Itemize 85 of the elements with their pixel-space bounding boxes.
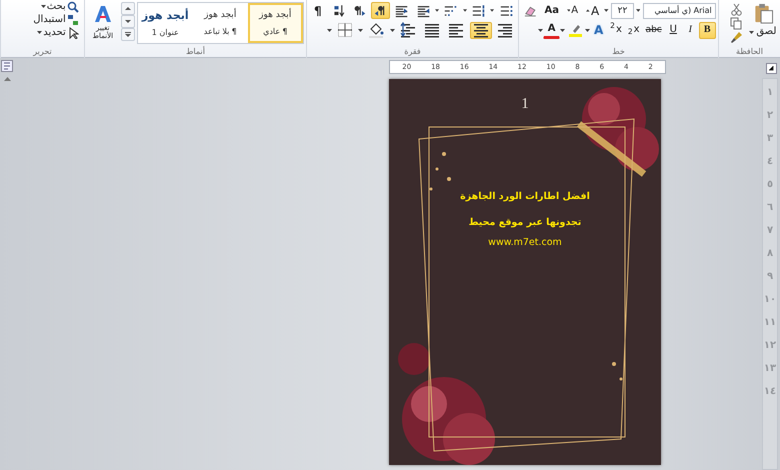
caret-icon <box>604 9 609 12</box>
caret-icon <box>538 28 544 32</box>
font-size-field[interactable]: ٢٢ <box>611 2 634 19</box>
expand-icon <box>124 31 132 38</box>
page-number: 1 <box>521 96 529 112</box>
caret-icon <box>566 9 570 12</box>
strikethrough-button[interactable]: abc <box>642 22 665 38</box>
group-label: أنماط <box>185 45 206 58</box>
bold-button[interactable]: B <box>698 22 716 38</box>
group-label: الحافظة <box>735 46 764 58</box>
script-button[interactable]: x$_{2}$ <box>624 22 643 38</box>
caret-icon <box>124 18 132 26</box>
ruler-number: ٤ <box>766 157 774 167</box>
underline-button[interactable]: U <box>664 22 682 38</box>
caret-icon <box>435 9 440 12</box>
ruler-number: ١٤ <box>764 387 776 397</box>
align-left-icon <box>448 22 464 38</box>
paint-bucket-icon <box>368 22 384 38</box>
numbering-icon <box>472 2 486 19</box>
show-marks-button[interactable]: ¶ <box>309 2 326 20</box>
ruler-number: ١٣ <box>764 364 776 374</box>
copy-icon <box>730 16 742 30</box>
line-spacing-icon <box>400 22 416 38</box>
style-option[interactable]: أبجد هوز ¶ عادي <box>248 3 303 44</box>
ruler-number: ٥ <box>766 180 774 190</box>
editing-command[interactable]: استبدال <box>3 13 82 26</box>
highlighter-icon <box>568 23 582 37</box>
ruler-number: ٨ <box>766 249 774 259</box>
ruler-number: ٣ <box>766 134 774 144</box>
caret-icon <box>462 9 467 12</box>
group-label: خط <box>611 46 626 58</box>
italic-button[interactable]: I <box>682 22 699 38</box>
caret-icon <box>749 30 754 34</box>
ruler-number: ٦ <box>766 203 774 213</box>
ruler-number: ٧ <box>766 226 774 236</box>
sort-icon <box>332 2 345 19</box>
up-caret-icon <box>4 76 10 81</box>
document-subtitle: تجدونها عبر موقع محيط <box>468 216 582 230</box>
caret-icon <box>636 9 640 12</box>
ruler-number: ١ <box>766 88 774 98</box>
caret-icon <box>326 28 332 32</box>
text-effects-button[interactable]: A <box>590 22 608 38</box>
align-center-button[interactable] <box>470 22 492 38</box>
more-button[interactable] <box>120 28 134 42</box>
ruler-number: ١٢ <box>764 341 776 351</box>
ruler-toggle-icon <box>766 62 776 74</box>
editing-command[interactable]: تحديد <box>3 26 82 39</box>
replace-icon <box>66 14 79 26</box>
change-case-button[interactable]: Aa <box>542 2 562 20</box>
caret-icon <box>390 28 394 32</box>
script-button[interactable]: x$^{2}$ <box>607 22 625 38</box>
group-label: فقرة <box>403 46 422 58</box>
grow-font-button[interactable]: A <box>583 2 602 20</box>
caret-icon <box>585 28 590 32</box>
ruler-number: ٢ <box>766 111 774 121</box>
caret-icon <box>358 28 363 32</box>
caret-icon <box>37 31 42 34</box>
ruler-toggle-icon <box>1 60 13 72</box>
align-right-icon <box>496 22 513 38</box>
ruler-number: ٩ <box>766 272 774 282</box>
group-label: تحرير <box>32 46 53 58</box>
document-title: افضل اطارات الورد الجاهزة <box>460 190 590 204</box>
ruler-number: ١٠ <box>764 295 776 305</box>
font-name-field[interactable]: Arial (ي أساسي <box>642 2 716 19</box>
scroll-down-button[interactable] <box>120 15 134 28</box>
borders-icon <box>336 22 353 38</box>
brush-icon <box>730 30 742 44</box>
magnifier-icon <box>66 0 79 12</box>
align-center-icon <box>472 22 488 38</box>
shrink-font-button[interactable]: A <box>564 2 582 20</box>
scroll-up-button[interactable] <box>120 2 134 16</box>
caret-icon <box>560 28 566 32</box>
up-caret-icon <box>586 9 590 12</box>
cursor-icon <box>66 26 79 38</box>
paste-button[interactable]: لصق <box>748 2 778 40</box>
justify-icon <box>424 22 440 38</box>
font-color-button[interactable]: A <box>543 22 560 38</box>
caret-icon <box>40 5 46 8</box>
up-caret-icon <box>124 5 132 12</box>
right-to-left-button[interactable] <box>371 2 390 20</box>
caret-icon <box>490 9 494 12</box>
ruler-number: ١١ <box>764 318 776 328</box>
letter-a-icon <box>92 4 113 23</box>
editing-command[interactable]: بحث <box>3 0 82 13</box>
scissors-icon <box>730 2 742 16</box>
